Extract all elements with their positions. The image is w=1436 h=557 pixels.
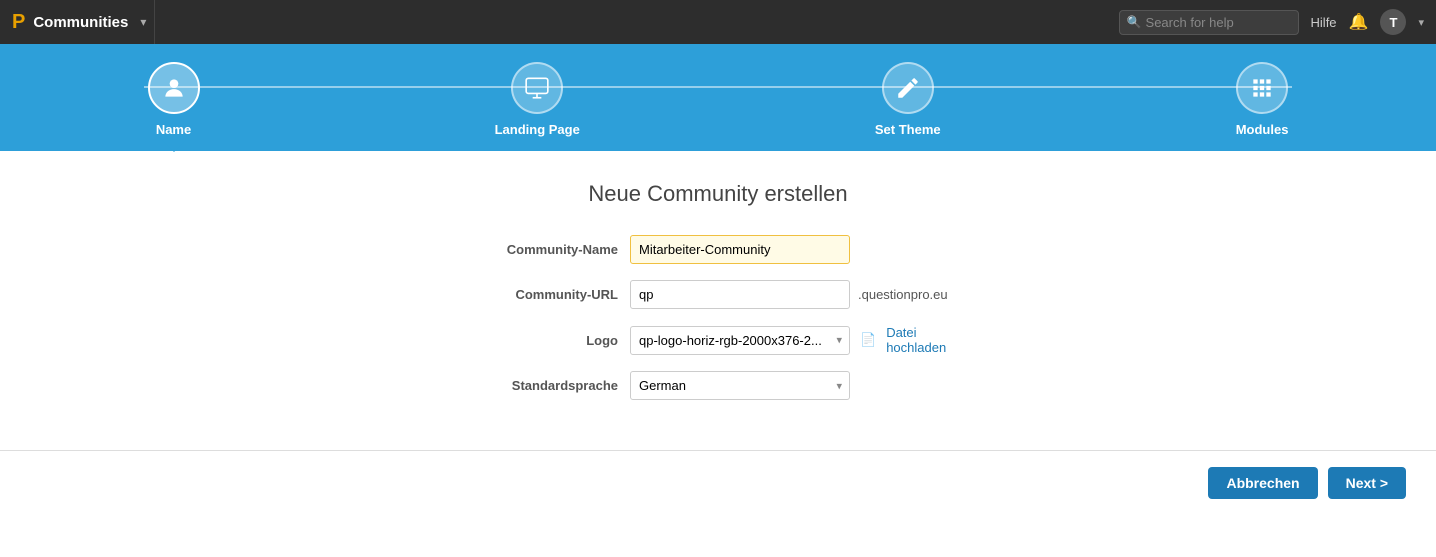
standardsprache-select-wrap: German English French ▾ <box>630 371 850 400</box>
app-name: Communities <box>33 14 128 31</box>
search-input[interactable] <box>1119 10 1299 35</box>
cancel-button[interactable]: Abbrechen <box>1208 467 1317 499</box>
form-table: Community-Name Community-URL .questionpr… <box>458 235 978 400</box>
user-dropdown-arrow[interactable]: ▾ <box>1418 16 1424 29</box>
form-title: Neue Community erstellen <box>588 181 847 207</box>
footer-bar: Abbrechen Next > <box>0 450 1436 515</box>
user-avatar[interactable]: T <box>1380 9 1406 35</box>
step-name-label: Name <box>156 122 191 137</box>
community-url-label: Community-URL <box>458 287 618 302</box>
community-name-input[interactable] <box>630 235 850 264</box>
app-dropdown-arrow[interactable]: ▾ <box>140 15 146 29</box>
step-landing-page-label: Landing Page <box>495 122 580 137</box>
wizard-step-landing-page[interactable]: Landing Page <box>495 62 580 151</box>
logo-label: Logo <box>458 333 618 348</box>
wizard-step-set-theme[interactable]: Set Theme <box>875 62 941 151</box>
step-modules-icon <box>1236 62 1288 114</box>
top-navigation: P Communities ▾ 🔍 Hilfe 🔔 T ▾ <box>0 0 1436 44</box>
community-url-input[interactable] <box>630 280 850 309</box>
standardsprache-select[interactable]: German English French <box>630 371 850 400</box>
upload-link[interactable]: Datei hochladen <box>886 325 978 355</box>
logo-wrap: qp-logo-horiz-rgb-2000x376-2.... ▾ 📄 Dat… <box>630 325 978 355</box>
logo-select[interactable]: qp-logo-horiz-rgb-2000x376-2.... <box>630 326 850 355</box>
nav-divider <box>154 0 155 44</box>
logo-select-wrap: qp-logo-horiz-rgb-2000x376-2.... ▾ <box>630 326 850 355</box>
wizard-step-name[interactable]: Name <box>148 62 200 151</box>
next-button-label: Next > <box>1346 475 1388 491</box>
search-wrapper: 🔍 <box>1119 10 1299 35</box>
top-nav-right: 🔍 Hilfe 🔔 T ▾ <box>1119 9 1424 35</box>
step-name-icon <box>148 62 200 114</box>
form-area: Neue Community erstellen Community-Name … <box>0 151 1436 420</box>
app-logo-icon: P <box>12 11 25 34</box>
step-set-theme-label: Set Theme <box>875 122 941 137</box>
wizard-step-modules[interactable]: Modules <box>1236 62 1289 151</box>
upload-icon: 📄 <box>860 332 876 348</box>
community-url-wrap: .questionpro.eu <box>630 280 978 309</box>
main-content: Name Landing Page Set Theme <box>0 44 1436 557</box>
help-link[interactable]: Hilfe <box>1311 15 1337 30</box>
bell-icon[interactable]: 🔔 <box>1349 12 1369 32</box>
next-button[interactable]: Next > <box>1328 467 1406 499</box>
standardsprache-label: Standardsprache <box>458 378 618 393</box>
url-suffix: .questionpro.eu <box>858 287 948 302</box>
community-name-label: Community-Name <box>458 242 618 257</box>
wizard-bar: Name Landing Page Set Theme <box>0 44 1436 151</box>
step-set-theme-icon <box>882 62 934 114</box>
step-landing-page-icon <box>511 62 563 114</box>
step-modules-label: Modules <box>1236 122 1289 137</box>
